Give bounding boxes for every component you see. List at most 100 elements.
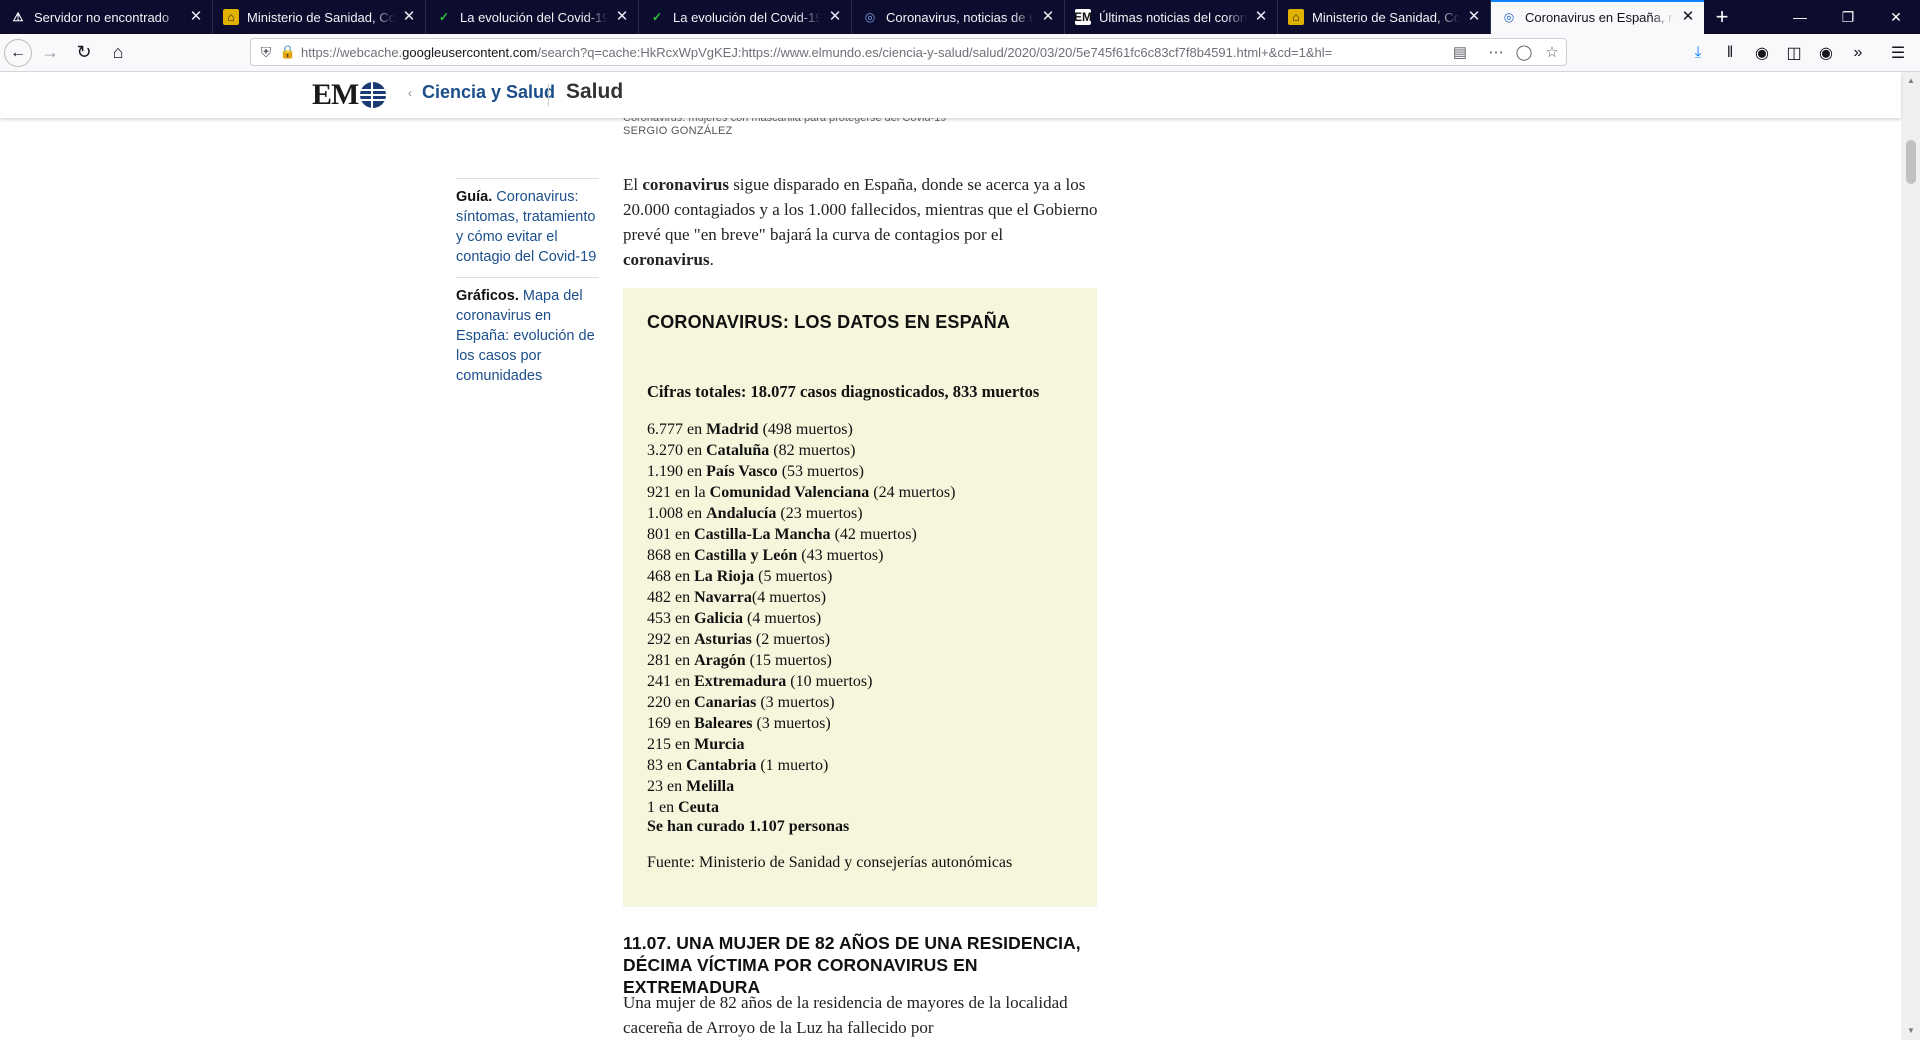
scroll-up-icon[interactable]: ▲	[1906, 76, 1916, 85]
logo-text: EM	[312, 78, 359, 111]
scroll-down-icon[interactable]: ▼	[1906, 1026, 1916, 1035]
home-icon[interactable]: ⌂	[102, 37, 134, 69]
related-label: Guía.	[456, 189, 493, 205]
subsection-title[interactable]: Salud	[566, 80, 623, 104]
tab[interactable]: ⌂ Ministerio de Sanidad, Consumo y Bienes…	[1278, 0, 1491, 34]
pocket-icon[interactable]: ◯	[1510, 43, 1538, 61]
overflow-icon[interactable]: »	[1842, 44, 1874, 62]
ministerio-icon: ⌂	[1288, 9, 1304, 25]
tab[interactable]: ⚠ Servidor no encontrado ✕	[0, 0, 213, 34]
region-item: 868 en Castilla y León (43 muertos)	[647, 547, 884, 564]
close-tab-icon[interactable]: ✕	[188, 9, 204, 25]
window-controls: — ❐ ✕	[1776, 0, 1920, 34]
ministerio-icon: ⌂	[223, 9, 239, 25]
region-item: 292 en Asturias (2 muertos)	[647, 631, 831, 648]
tab[interactable]: ⌂ Ministerio de Sanidad, Consumo y Bienes…	[213, 0, 426, 34]
close-tab-icon[interactable]: ✕	[827, 9, 843, 25]
tab-title: Servidor no encontrado	[34, 9, 170, 25]
close-window-icon[interactable]: ✕	[1872, 0, 1920, 34]
related-links: Guía. Coronavirus: síntomas, tratamiento…	[456, 178, 599, 396]
region-item: 921 en la Comunidad Valenciana (24 muert…	[647, 484, 956, 501]
tab[interactable]: ✓ La evolución del Covid-19. In ✕	[639, 0, 852, 34]
close-tab-icon[interactable]: ✕	[1253, 9, 1269, 25]
region-item: 83 en Cantabria (1 muerto)	[647, 757, 829, 774]
minimize-icon[interactable]: —	[1776, 0, 1824, 34]
em-icon: EM	[1074, 9, 1092, 25]
news-headline: 11.07. UNA MUJER DE 82 AÑOS DE UNA RESID…	[623, 933, 1081, 997]
menu-icon[interactable]: ☰	[1882, 43, 1914, 63]
cured-count: Se han curado 1.107 personas	[647, 818, 850, 835]
data-box-totals: Cifras totales: 18.077 casos diagnostica…	[647, 382, 1040, 401]
globe-icon: ◎	[1503, 10, 1515, 24]
site-header: EM ‹ Ciencia y Salud Salud	[0, 72, 1901, 118]
bookmark-star-icon[interactable]: ☆	[1538, 43, 1566, 61]
close-tab-icon[interactable]: ✕	[401, 9, 417, 25]
navigation-toolbar: ← → ↻ ⌂ ⛨ 🔒 https://webcache.googleuserc…	[0, 34, 1920, 72]
tab-title: Coronavirus, noticias de últim	[886, 9, 1034, 25]
tab[interactable]: EM Últimas noticias del coronavi ✕	[1065, 0, 1278, 34]
close-tab-icon[interactable]: ✕	[1680, 9, 1696, 25]
tab-active[interactable]: ◎ Coronavirus en España, notic ✕	[1491, 0, 1704, 34]
new-tab-button[interactable]: +	[1704, 0, 1740, 34]
region-item: 215 en Murcia	[647, 736, 745, 753]
region-item: 1 en Ceuta	[647, 799, 719, 816]
reload-icon[interactable]: ↻	[68, 37, 100, 69]
url-bar[interactable]: ⛨ 🔒 https://webcache.googleusercontent.c…	[250, 38, 1567, 66]
warning-icon: ⚠	[12, 10, 24, 24]
region-item: 281 en Aragón (15 muertos)	[647, 652, 832, 669]
scrollbar-thumb[interactable]	[1906, 140, 1916, 184]
section-link[interactable]: Ciencia y Salud	[422, 82, 555, 103]
region-list: 6.777 en Madrid (498 muertos) 3.270 en Ca…	[647, 419, 955, 818]
elmundo-logo[interactable]: EM	[312, 78, 387, 112]
close-tab-icon[interactable]: ✕	[614, 9, 630, 25]
region-item: 1.190 en País Vasco (53 muertos)	[647, 463, 864, 480]
tab-strip: ⚠ Servidor no encontrado ✕ ⌂ Ministerio de S…	[0, 0, 1920, 34]
close-tab-icon[interactable]: ✕	[1466, 9, 1482, 25]
lock-icon[interactable]: 🔒	[279, 44, 297, 60]
account-icon[interactable]: ◉	[1810, 43, 1842, 63]
forward-icon[interactable]: →	[34, 37, 66, 69]
sidebar-icon[interactable]: ◫	[1778, 43, 1810, 63]
intro-paragraph: El coronavirus sigue disparado en España…	[623, 175, 1098, 269]
back-icon[interactable]: ←	[4, 38, 32, 67]
region-item: 801 en Castilla-La Mancha (42 muertos)	[647, 526, 917, 543]
related-item-graficos: Gráficos. Mapa del coronavirus en España…	[456, 277, 599, 386]
region-item: 482 en Navarra(4 muertos)	[647, 589, 827, 606]
page-scrollbar[interactable]	[1901, 72, 1920, 1040]
header-divider	[548, 84, 549, 106]
region-item: 23 en Melilla	[647, 778, 735, 795]
tab-title: Coronavirus en España, notic	[1525, 9, 1674, 25]
tracking-shield-icon[interactable]: ⛨	[253, 44, 279, 61]
data-box-title: CORONAVIRUS: LOS DATOS EN ESPAÑA	[647, 312, 1011, 332]
region-item: 1.008 en Andalucía (23 muertos)	[647, 505, 863, 522]
region-item: 169 en Baleares (3 muertos)	[647, 715, 831, 732]
region-item: 468 en La Rioja (5 muertos)	[647, 568, 833, 585]
tab-title: La evolución del Covid-19. In	[460, 9, 608, 25]
globe-icon	[360, 82, 387, 108]
breadcrumb-arrow-icon: ‹	[408, 86, 412, 100]
news-body: Una mujer de 82 años de la residencia de…	[623, 993, 1068, 1037]
tab[interactable]: ✓ La evolución del Covid-19. In ✕	[426, 0, 639, 34]
restore-icon[interactable]: ❐	[1824, 0, 1872, 34]
check-icon: ✓	[438, 10, 450, 24]
download-icon[interactable]: ⤓	[1682, 44, 1714, 62]
library-icon[interactable]: ‖	[1714, 44, 1746, 62]
related-item-guia: Guía. Coronavirus: síntomas, tratamiento…	[456, 178, 599, 267]
extension-icon[interactable]: ◉	[1746, 43, 1778, 63]
data-box: CORONAVIRUS: LOS DATOS EN ESPAÑA Cifras …	[623, 288, 1097, 907]
close-tab-icon[interactable]: ✕	[1040, 9, 1056, 25]
tab-title: Ministerio de Sanidad, Consumo y Bienest…	[1312, 9, 1460, 25]
tab-title: Ministerio de Sanidad, Consumo y Bienest…	[247, 9, 395, 25]
globe-icon: ◎	[864, 10, 876, 24]
region-item: 220 en Canarias (3 muertos)	[647, 694, 835, 711]
related-label: Gráficos.	[456, 288, 519, 304]
page-actions-icon[interactable]: ⋯	[1482, 43, 1510, 61]
reader-view-icon[interactable]: ▤	[1446, 43, 1474, 61]
check-icon: ✓	[651, 10, 663, 24]
region-item: 3.270 en Cataluña (82 muertos)	[647, 442, 856, 459]
tab-title: Últimas noticias del coronavi	[1099, 9, 1247, 25]
tab[interactable]: ◎ Coronavirus, noticias de últim ✕	[852, 0, 1065, 34]
data-source: Fuente: Ministerio de Sanidad y consejer…	[647, 854, 1013, 871]
region-item: 453 en Galicia (4 muertos)	[647, 610, 822, 627]
url-text[interactable]: https://webcache.googleusercontent.com/s…	[297, 45, 1446, 60]
